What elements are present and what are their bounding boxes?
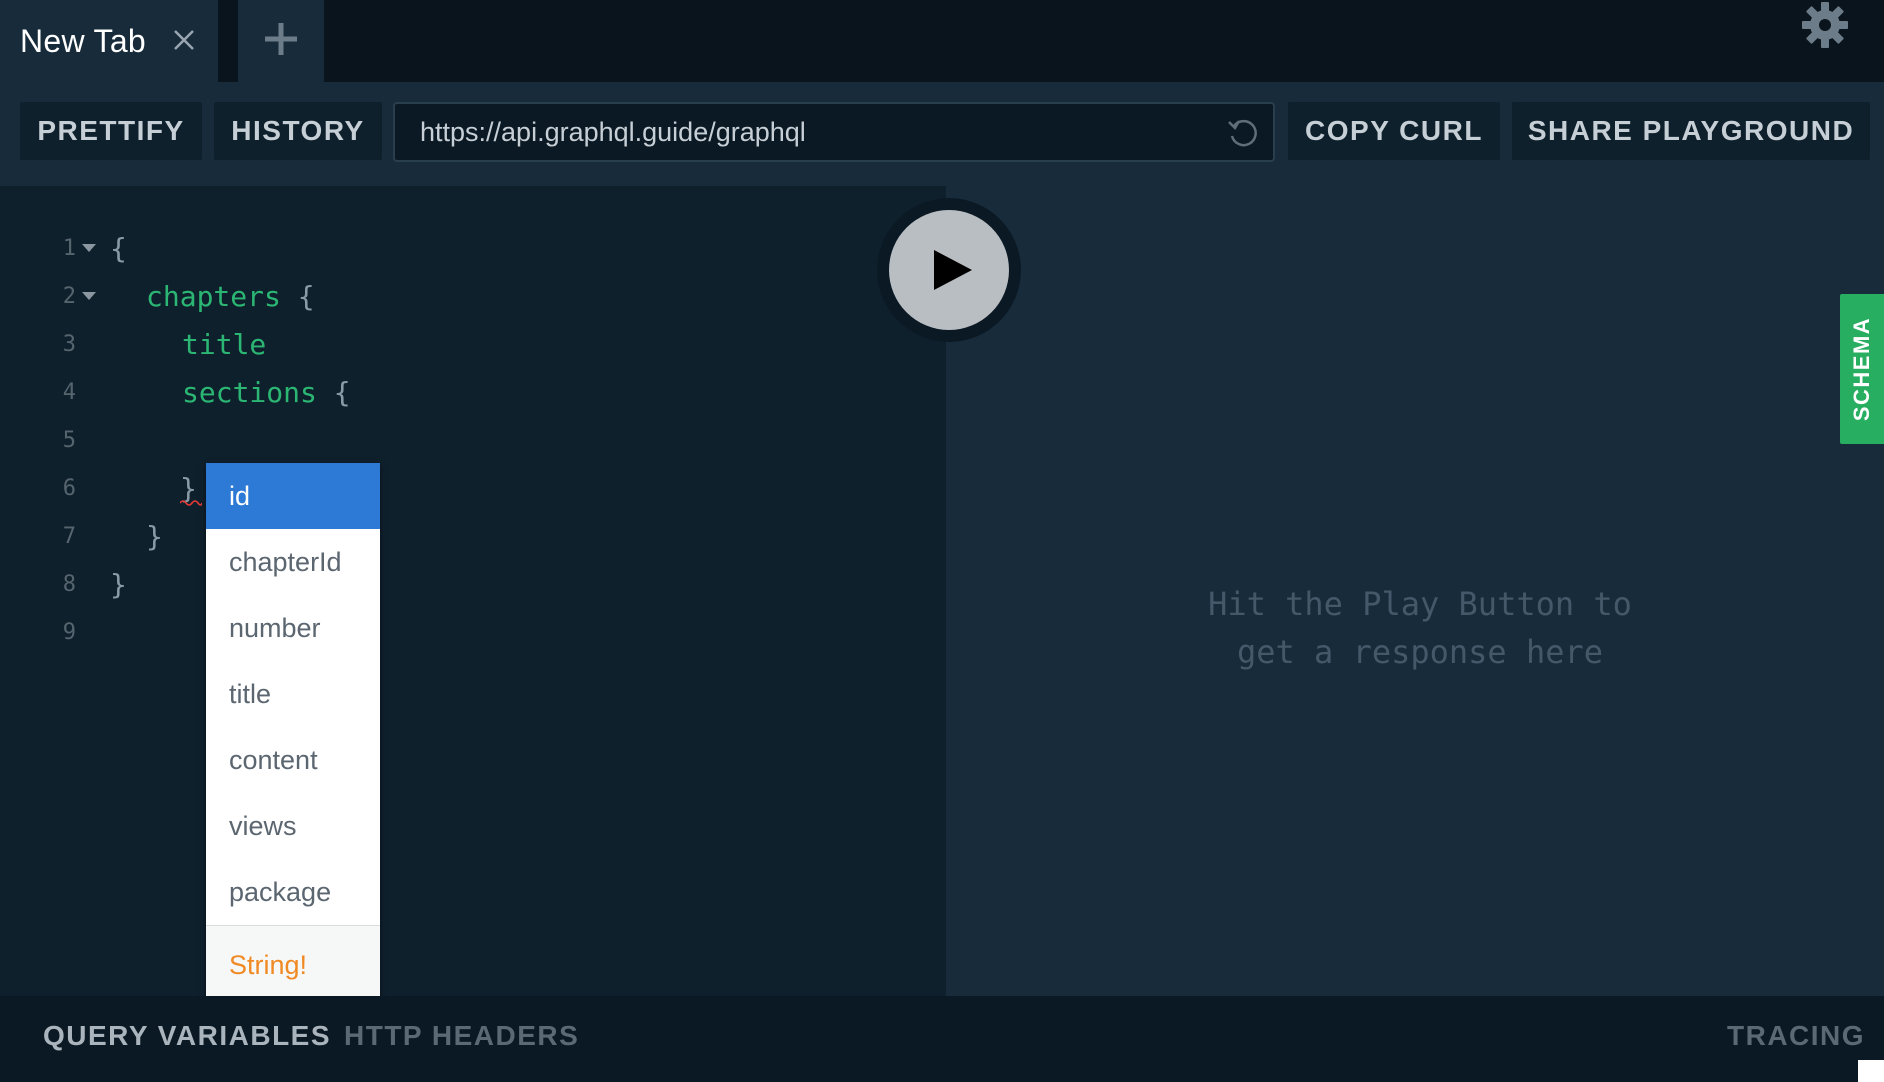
autocomplete-type-hint: String! [206,925,380,1005]
endpoint-url-text: https://api.graphql.guide/graphql [420,116,806,147]
placeholder-line: Hit the Play Button to [1208,585,1632,623]
plus-icon [261,19,301,64]
line-number: 9 [62,619,76,645]
copy-curl-button[interactable]: COPY CURL [1288,102,1500,160]
schema-tab[interactable]: SCHEMA [1840,294,1884,444]
endpoint-url-input[interactable]: https://api.graphql.guide/graphql [393,102,1275,162]
tab-new-tab[interactable]: New Tab [0,0,218,82]
fold-arrow-icon[interactable] [82,292,96,300]
autocomplete-item[interactable]: chapterId [206,529,380,595]
line-number: 5 [62,427,76,453]
play-button[interactable] [877,198,1021,342]
corner-block [1858,1060,1884,1082]
tab-query-variables[interactable]: QUERY VARIABLES [43,1020,331,1052]
autocomplete-item[interactable]: package [206,859,380,925]
code-token: sections { [182,376,351,409]
play-icon [934,250,972,290]
reload-icon[interactable] [1226,116,1260,150]
line-number: 8 [62,571,76,597]
autocomplete-item[interactable]: content [206,727,380,793]
field-name: chapters [146,279,281,313]
autocomplete-item[interactable]: id [206,463,380,529]
tab-http-headers[interactable]: HTTP HEADERS [344,1020,579,1052]
close-icon[interactable] [170,26,198,54]
line-number: 1 [62,235,76,261]
placeholder-line: get a response here [1236,633,1604,671]
autocomplete-dropdown: id chapterId number title content views … [206,463,380,1005]
gear-icon[interactable] [1800,0,1850,50]
brace: } [146,519,163,553]
code-token: chapters { [146,280,315,313]
result-placeholder: Hit the Play Button to get a response he… [1140,580,1700,676]
line-number: 2 [62,283,76,309]
toolbar: PRETTIFY HISTORY https://api.graphql.gui… [0,82,1884,186]
tab-title: New Tab [20,22,147,59]
schema-tab-label: SCHEMA [1849,316,1874,422]
history-button[interactable]: HISTORY [214,102,382,160]
autocomplete-item[interactable]: views [206,793,380,859]
autocomplete-item[interactable]: title [206,661,380,727]
tab-bar: New Tab [0,0,1884,82]
tab-tracing[interactable]: TRACING [1727,1020,1865,1052]
fold-arrow-icon[interactable] [82,244,96,252]
syntax-error-squiggle [180,500,202,506]
brace: } [110,567,127,601]
line-number: 4 [62,379,76,405]
line-number: 3 [62,331,76,357]
brace: { [280,279,315,313]
code-token: { [110,231,127,265]
bottom-panel-bar: QUERY VARIABLES HTTP HEADERS TRACING [0,996,1884,1082]
line-number: 6 [62,475,76,501]
field-name: title [182,327,267,361]
add-tab-button[interactable] [238,0,324,82]
prettify-button[interactable]: PRETTIFY [20,102,202,160]
autocomplete-item[interactable]: number [206,595,380,661]
field-name: sections [182,375,317,409]
line-number: 7 [62,523,76,549]
brace: { [316,375,351,409]
play-button-face [889,210,1009,330]
share-playground-button[interactable]: SHARE PLAYGROUND [1512,102,1870,160]
query-editor[interactable]: 1 { 2 chapters { 3 title 4 sections { 5 … [0,186,946,996]
